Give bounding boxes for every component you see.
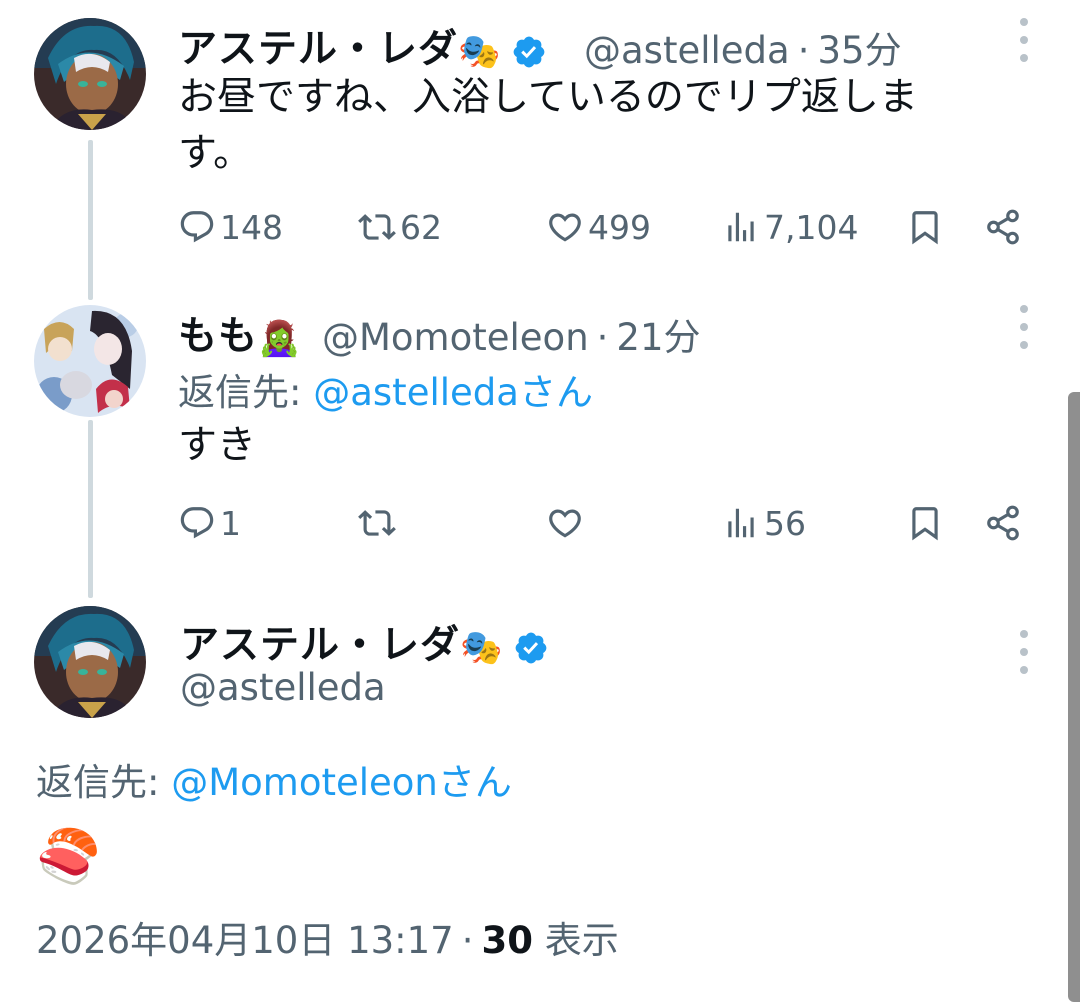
like-button[interactable] — [546, 501, 584, 545]
views-count: 56 — [764, 503, 806, 543]
theater-masks-emoji: 🎭 — [460, 627, 504, 668]
share-button[interactable] — [984, 501, 1022, 545]
reply-icon — [180, 211, 214, 243]
separator-dot: · — [797, 29, 810, 72]
heart-icon — [549, 213, 581, 242]
views-label: 表示 — [544, 919, 619, 962]
verified-badge-icon — [511, 34, 547, 70]
retweet-button[interactable]: 62 — [358, 205, 442, 249]
reply-count: 148 — [220, 207, 283, 247]
author-name[interactable]: アステル・レダ🎭 — [178, 18, 547, 74]
reply-button[interactable]: 1 — [178, 501, 241, 545]
views-button[interactable]: 56 — [722, 501, 806, 545]
sushi-emoji: 🍣 — [36, 827, 101, 887]
retweet-icon — [358, 510, 396, 536]
avatar[interactable] — [34, 18, 146, 130]
tweet-text-line: す。 — [178, 131, 253, 176]
author-name[interactable]: もも🧟‍♀️ — [178, 305, 301, 361]
tweet-text: すき — [178, 423, 257, 468]
replying-to-link[interactable]: @astelledaさん — [313, 371, 593, 414]
handle-text: @astelleda — [584, 29, 790, 72]
replying-to-link[interactable]: @Momoteleonさん — [171, 761, 512, 804]
handle-text: @Momoteleon — [322, 316, 589, 359]
author-handle[interactable]: @astelleda · 35分 — [584, 20, 902, 74]
heart-icon — [549, 509, 581, 538]
tweet-text: お昼ですね、入浴しているのでリプ返しま す。 — [178, 70, 918, 182]
zombie-emoji: 🧟‍♀️ — [258, 318, 302, 359]
replying-to: 返信先: @Momoteleonさん — [36, 752, 512, 806]
retweet-icon — [358, 214, 396, 240]
reply-icon — [180, 507, 214, 539]
avatar[interactable] — [34, 606, 146, 718]
bookmark-button[interactable] — [906, 501, 944, 545]
author-name-text: もも — [178, 314, 259, 359]
more-options-icon[interactable] — [1016, 305, 1032, 349]
bookmark-icon — [912, 507, 938, 541]
author-name[interactable]: アステル・レダ🎭 — [180, 614, 549, 670]
tweet-time[interactable]: 35分 — [817, 29, 901, 72]
separator-dot: · — [461, 919, 474, 962]
bookmark-button[interactable] — [906, 205, 944, 249]
retweet-button[interactable] — [358, 501, 396, 545]
thread-line — [88, 140, 93, 300]
share-button[interactable] — [984, 205, 1022, 249]
like-count: 499 — [588, 207, 651, 247]
tweet-text-line: お昼ですね、入浴しているのでリプ返しま — [178, 75, 918, 120]
tweet-metadata: 2026年04月10日 13:17 · 30 表示 — [36, 910, 619, 964]
scrollbar[interactable] — [1068, 392, 1080, 1002]
thread-line — [88, 420, 93, 598]
replying-to-label: 返信先: — [36, 761, 172, 804]
share-icon — [987, 505, 1019, 541]
share-icon — [987, 209, 1019, 245]
more-options-icon[interactable] — [1016, 18, 1032, 62]
reply-button[interactable]: 148 — [178, 205, 283, 249]
author-name-text: アステル・レダ — [180, 623, 461, 668]
tweet-timestamp[interactable]: 2026年04月10日 13:17 — [36, 919, 454, 962]
views-chart-icon — [728, 508, 754, 538]
views-count: 30 — [481, 919, 533, 962]
verified-badge-icon — [513, 630, 549, 666]
separator-dot: · — [596, 316, 609, 359]
bookmark-icon — [912, 211, 938, 245]
avatar[interactable] — [34, 305, 146, 417]
replying-to: 返信先: @astelledaさん — [178, 362, 593, 416]
author-name-text: アステル・レダ — [178, 27, 459, 72]
views-button[interactable]: 7,104 — [722, 205, 858, 249]
reply-count: 1 — [220, 503, 241, 543]
more-options-icon[interactable] — [1016, 630, 1032, 674]
like-button[interactable]: 499 — [546, 205, 651, 249]
views-chart-icon — [728, 212, 754, 242]
retweet-count: 62 — [400, 207, 442, 247]
author-handle[interactable]: @Momoteleon · 21分 — [322, 307, 701, 361]
author-handle[interactable]: @astelleda — [180, 666, 386, 709]
tweet-time[interactable]: 21分 — [616, 316, 700, 359]
theater-masks-emoji: 🎭 — [458, 31, 502, 72]
views-count: 7,104 — [764, 207, 859, 247]
replying-to-label: 返信先: — [178, 371, 314, 414]
